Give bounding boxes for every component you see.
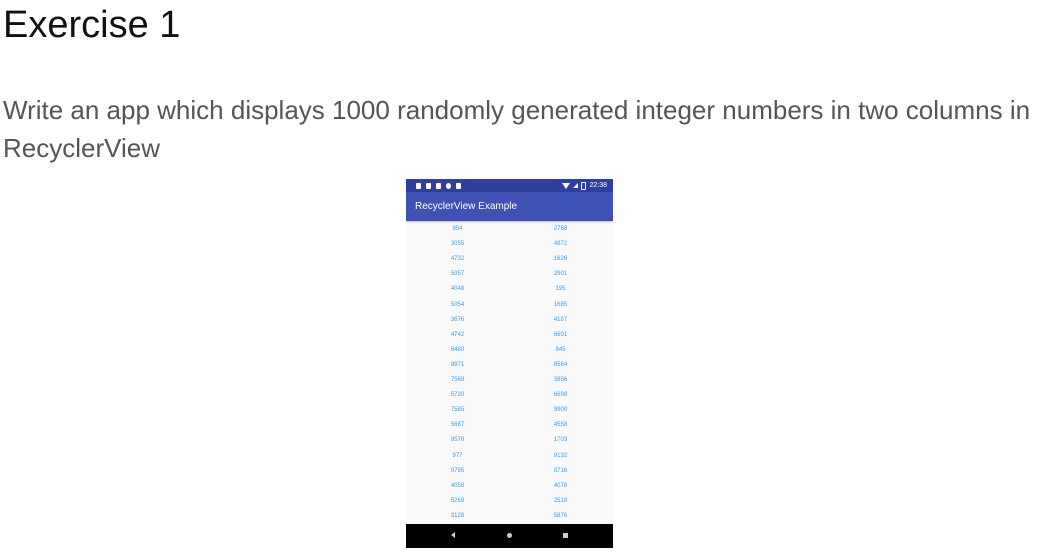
number-right: 8584 (553, 361, 568, 368)
list-item: 4048 195 (406, 282, 613, 297)
number-left: 3128 (450, 512, 465, 519)
list-item: 3055 4872 (406, 237, 613, 252)
status-time: 22:38 (589, 182, 607, 189)
page-description: Write an app which displays 1000 randoml… (3, 95, 1031, 163)
circle-icon (446, 182, 451, 189)
notification-icon (436, 182, 441, 189)
shield-icon (416, 182, 421, 189)
number-left: 854 (452, 226, 463, 232)
list-item: 7585 9900 (406, 403, 613, 418)
number-left: 3055 (450, 241, 465, 248)
clipboard-icon (456, 182, 461, 189)
number-left: 4742 (450, 331, 465, 338)
list-item: 977 9132 (406, 449, 613, 464)
battery-icon (581, 181, 587, 190)
number-right: 2518 (553, 497, 568, 504)
recents-icon[interactable] (563, 533, 568, 538)
number-right: 9900 (553, 407, 568, 414)
number-left: 4048 (450, 286, 465, 293)
app-bar: RecyclerView Example (406, 192, 613, 221)
number-left: 5957 (450, 271, 465, 278)
number-right: 2768 (553, 226, 568, 232)
number-right: 8716 (553, 467, 568, 474)
status-icons-left (416, 181, 461, 190)
number-left: 7569 (450, 377, 465, 383)
number-left: 9971 (450, 361, 465, 368)
list-item: 9971 8584 (406, 358, 613, 373)
list-item: 6480 845 (406, 343, 613, 358)
number-right: 1626 (553, 256, 568, 263)
number-left: 9795 (450, 467, 465, 474)
number-right: 4078 (553, 482, 568, 489)
number-left: 5054 (450, 301, 465, 308)
status-bar: 22:38 (406, 179, 613, 192)
status-icons-right: 22:38 (562, 180, 607, 191)
list-item: 5687 4558 (406, 418, 613, 433)
number-right: 5876 (553, 512, 568, 519)
number-left: 5269 (450, 497, 465, 504)
number-right: 6691 (553, 331, 568, 338)
list-item: 9578 1703 (406, 433, 613, 448)
list-item: 854 2768 (406, 222, 613, 237)
number-left: 3676 (450, 316, 465, 323)
number-right: 195 (555, 286, 566, 293)
list-item: 3676 4187 (406, 313, 613, 328)
number-right: 6698 (553, 392, 568, 399)
list-item: 4742 6691 (406, 328, 613, 343)
number-left: 7585 (450, 407, 465, 414)
number-left: 4058 (450, 482, 465, 489)
number-right: 3856 (553, 377, 568, 383)
list-item: 4058 4078 (406, 479, 613, 494)
number-right: 4872 (553, 241, 568, 248)
navigation-bar (406, 524, 613, 548)
number-right: 4558 (553, 422, 568, 429)
number-right: 1685 (553, 301, 568, 308)
recycler-view[interactable]: 854 2768 3055 4872 4732 1626 5957 2901 4048 195 50… (406, 222, 613, 524)
number-left: 5720 (450, 392, 465, 399)
list-item: 5957 2901 (406, 267, 613, 282)
number-right: 1703 (553, 437, 568, 444)
number-left: 5687 (450, 422, 465, 429)
number-left: 4732 (450, 256, 465, 263)
list-item: 5269 2518 (406, 494, 613, 509)
list-item: 5054 1685 (406, 298, 613, 313)
wifi-icon (562, 182, 571, 189)
back-icon[interactable] (451, 532, 455, 538)
number-left: 9578 (450, 437, 465, 444)
list-item: 3128 5876 (406, 509, 613, 524)
list-item: 4732 1626 (406, 252, 613, 267)
list-item: 7569 3856 (406, 373, 613, 388)
home-icon[interactable] (507, 533, 512, 538)
list-item: 9795 8716 (406, 464, 613, 479)
phone-screenshot: 22:38 RecyclerView Example 854 2768 3055 48… (406, 179, 613, 548)
number-right: 9132 (553, 452, 568, 459)
list-item: 5720 6698 (406, 388, 613, 403)
image-icon (426, 182, 431, 189)
page-title: Exercise 1 (3, 4, 181, 46)
number-left: 6480 (450, 346, 465, 353)
number-left: 977 (452, 452, 463, 459)
number-right: 4187 (553, 316, 568, 323)
signal-icon (573, 183, 579, 188)
app-title: RecyclerView Example (415, 201, 518, 212)
number-right: 845 (555, 346, 566, 353)
number-right: 2901 (553, 271, 568, 278)
